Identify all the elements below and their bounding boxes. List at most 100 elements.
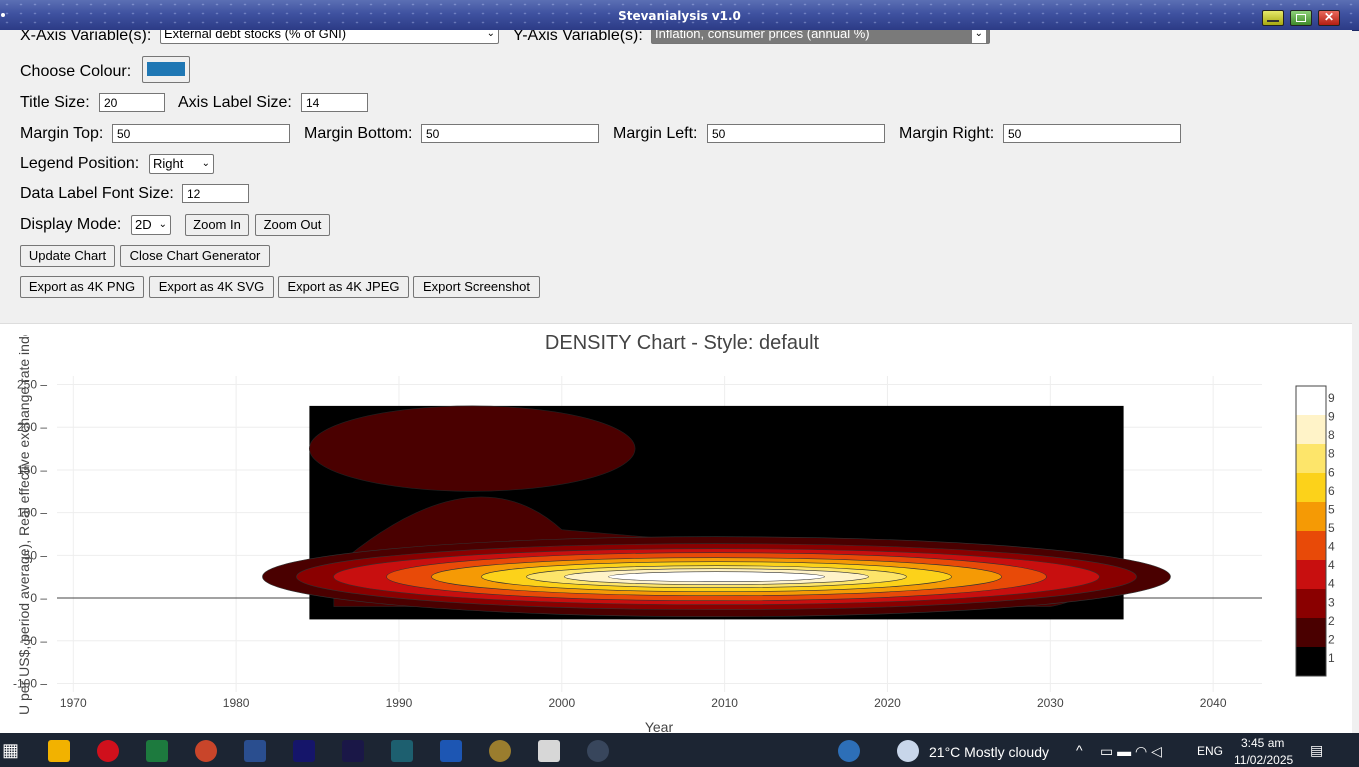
margin-right-input[interactable]: 50 bbox=[1003, 124, 1181, 143]
update-chart-button[interactable]: Update Chart bbox=[20, 245, 115, 267]
x-tick-label: 2020 bbox=[874, 696, 901, 710]
minimize-button[interactable] bbox=[1262, 10, 1284, 26]
colorbar-segment bbox=[1296, 473, 1326, 502]
colorbar-segment bbox=[1296, 531, 1326, 560]
y-axis-select[interactable]: Inflation, consumer prices (annual %) ⌄ bbox=[651, 30, 990, 44]
x-axis-label: X-Axis Variable(s): bbox=[20, 30, 152, 44]
chevron-down-icon: ⌄ bbox=[158, 219, 167, 230]
margin-left-label: Margin Left: bbox=[613, 125, 698, 142]
library-app-icon[interactable] bbox=[538, 740, 560, 762]
colorbar-segment bbox=[1296, 589, 1326, 618]
x-axis-select[interactable]: External debt stocks (% of GNI) ⌄ bbox=[160, 30, 499, 44]
y-axis-select-value: Inflation, consumer prices (annual %) bbox=[655, 30, 870, 41]
close-chart-generator-button[interactable]: Close Chart Generator bbox=[120, 245, 270, 267]
colorbar-tick-label: 6 bbox=[1328, 484, 1335, 498]
export-screenshot-button[interactable]: Export Screenshot bbox=[413, 276, 540, 298]
margin-right-label: Margin Right: bbox=[899, 125, 995, 142]
colorbar-segment bbox=[1296, 386, 1326, 415]
colorbar-segment bbox=[1296, 502, 1326, 531]
axis-label-size-label: Axis Label Size: bbox=[178, 94, 292, 111]
app-download-icon[interactable] bbox=[391, 740, 413, 762]
opera-icon[interactable] bbox=[97, 740, 119, 762]
colorbar-tick-label: 8 bbox=[1328, 447, 1335, 461]
y-axis-title: U per US$, period average), Real effecti… bbox=[16, 335, 32, 715]
colorbar-segment bbox=[1296, 444, 1326, 473]
export-png-button[interactable]: Export as 4K PNG bbox=[20, 276, 144, 298]
app-m-icon[interactable] bbox=[244, 740, 266, 762]
display-mode-label: Display Mode: bbox=[20, 216, 122, 233]
excel-icon[interactable] bbox=[146, 740, 168, 762]
legend-position-label: Legend Position: bbox=[20, 155, 140, 172]
chart-title: DENSITY Chart - Style: default bbox=[545, 332, 820, 354]
premiere-icon[interactable] bbox=[293, 740, 315, 762]
display-mode-value: 2D bbox=[135, 217, 152, 232]
clock-date[interactable]: 11/02/2025 bbox=[1234, 753, 1293, 767]
x-tick-label: 1980 bbox=[223, 696, 250, 710]
chevron-down-icon: ⌄ bbox=[971, 30, 986, 43]
maximize-button[interactable] bbox=[1290, 10, 1312, 26]
choose-colour-label: Choose Colour: bbox=[20, 63, 132, 80]
weather-text[interactable]: 21°C Mostly cloudy bbox=[929, 744, 1049, 760]
colorbar-tick-label: 5 bbox=[1328, 502, 1335, 516]
colorbar-tick-label: 4 bbox=[1328, 558, 1335, 572]
x-tick-label: 1990 bbox=[386, 696, 413, 710]
legend-position-select[interactable]: Right ⌄ bbox=[149, 154, 214, 174]
colorbar-tick-label: 8 bbox=[1328, 428, 1335, 442]
chevron-down-icon: ⌄ bbox=[486, 30, 495, 39]
game-app-icon[interactable] bbox=[489, 740, 511, 762]
tray-icons[interactable]: ▭ ▬ ◠ ◁ bbox=[1100, 743, 1162, 760]
word-icon[interactable] bbox=[440, 740, 462, 762]
colour-swatch bbox=[147, 62, 185, 76]
colorbar-segment bbox=[1296, 618, 1326, 647]
export-jpeg-button[interactable]: Export as 4K JPEG bbox=[278, 276, 409, 298]
x-axis-title: Year bbox=[645, 719, 674, 734]
weather-icon[interactable] bbox=[897, 740, 919, 762]
title-bar: Stevanialysis v1.0 ✕ bbox=[0, 0, 1359, 31]
close-button[interactable]: ✕ bbox=[1318, 10, 1340, 26]
chart-settings-panel: X-Axis Variable(s): External debt stocks… bbox=[0, 30, 1352, 323]
colorbar-segment bbox=[1296, 560, 1326, 589]
file-explorer-icon[interactable] bbox=[48, 740, 70, 762]
axis-label-size-input[interactable]: 14 bbox=[301, 93, 368, 112]
language-indicator[interactable]: ENG bbox=[1197, 744, 1223, 758]
density-contour bbox=[608, 571, 825, 583]
colorbar-tick-label: 4 bbox=[1328, 577, 1335, 591]
data-label-font-size-label: Data Label Font Size: bbox=[20, 185, 174, 202]
margin-left-input[interactable]: 50 bbox=[707, 124, 885, 143]
after-effects-icon[interactable] bbox=[342, 740, 364, 762]
colorbar-segment bbox=[1296, 415, 1326, 444]
y-tick-label: 0 – bbox=[30, 591, 47, 605]
colour-picker[interactable] bbox=[142, 56, 190, 83]
clock-time[interactable]: 3:45 am bbox=[1241, 736, 1284, 750]
colorbar-tick-label: 9 bbox=[1328, 391, 1335, 405]
x-tick-label: 2010 bbox=[711, 696, 738, 710]
margin-top-input[interactable]: 50 bbox=[112, 124, 290, 143]
colorbar-segment bbox=[1296, 647, 1326, 676]
title-size-input[interactable]: 20 bbox=[99, 93, 165, 112]
data-label-font-size-input[interactable]: 12 bbox=[182, 184, 249, 203]
margin-bottom-label: Margin Bottom: bbox=[304, 125, 413, 142]
colorbar-tick-label: 6 bbox=[1328, 465, 1335, 479]
x-tick-label: 2000 bbox=[548, 696, 575, 710]
stevanialysis-icon[interactable] bbox=[587, 740, 609, 762]
powerpoint-icon[interactable] bbox=[195, 740, 217, 762]
chart-container: DENSITY Chart - Style: default 1970 1980 19… bbox=[0, 323, 1352, 734]
export-svg-button[interactable]: Export as 4K SVG bbox=[149, 276, 274, 298]
start-button[interactable]: ▦ bbox=[2, 740, 19, 761]
y-axis-label: Y-Axis Variable(s): bbox=[513, 30, 643, 44]
density-chart[interactable]: DENSITY Chart - Style: default1970 1980 19… bbox=[0, 324, 1352, 734]
help-icon[interactable] bbox=[838, 740, 860, 762]
colorbar-tick-label: 1 bbox=[1328, 651, 1335, 665]
zoom-out-button[interactable]: Zoom Out bbox=[255, 214, 330, 236]
colorbar-tick-label: 9 bbox=[1328, 410, 1335, 424]
margin-bottom-input[interactable]: 50 bbox=[421, 124, 599, 143]
display-mode-select[interactable]: 2D ⌄ bbox=[131, 215, 171, 235]
x-tick-label: 1970 bbox=[60, 696, 87, 710]
density-contour bbox=[309, 405, 636, 492]
tray-chevron-icon[interactable]: ^ bbox=[1076, 742, 1083, 758]
legend-position-value: Right bbox=[153, 156, 184, 171]
margin-top-label: Margin Top: bbox=[20, 125, 104, 142]
colorbar-tick-label: 3 bbox=[1328, 595, 1335, 609]
zoom-in-button[interactable]: Zoom In bbox=[185, 214, 249, 236]
notifications-icon[interactable]: ▤ bbox=[1310, 742, 1323, 759]
